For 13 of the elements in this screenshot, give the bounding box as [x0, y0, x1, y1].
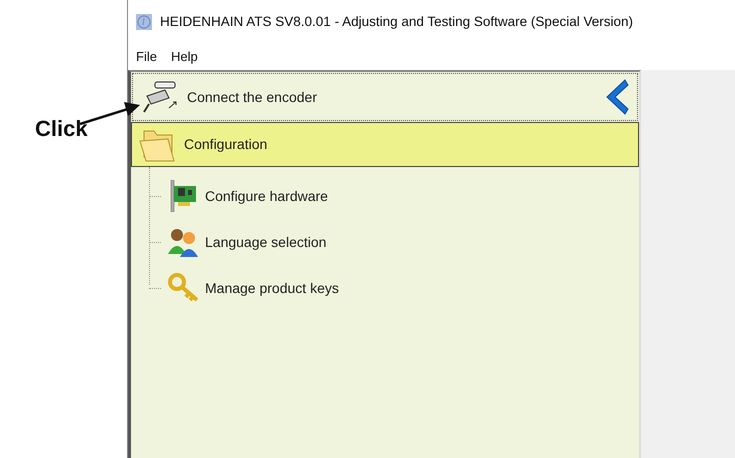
tree-item[interactable]: Configure hardware: [149, 173, 639, 219]
menu-item[interactable]: Help: [170, 47, 198, 67]
app-icon: [136, 14, 152, 30]
key-icon: [167, 272, 199, 304]
window-title: HEIDENHAIN ATS SV8.0.01 - Adjusting and Testing Software (Special Version): [160, 12, 633, 31]
two-people-icon: [167, 226, 199, 258]
connect-encoder-button[interactable]: Connect the encoder: [132, 73, 638, 121]
menu-item[interactable]: File: [136, 47, 157, 67]
tree-item[interactable]: Language selection: [149, 219, 639, 265]
connector-icon: [141, 80, 179, 114]
configuration-item[interactable]: Configuration: [131, 122, 639, 167]
annotation-label: Click: [35, 115, 88, 143]
tree-item[interactable]: Manage product keys: [149, 265, 639, 311]
